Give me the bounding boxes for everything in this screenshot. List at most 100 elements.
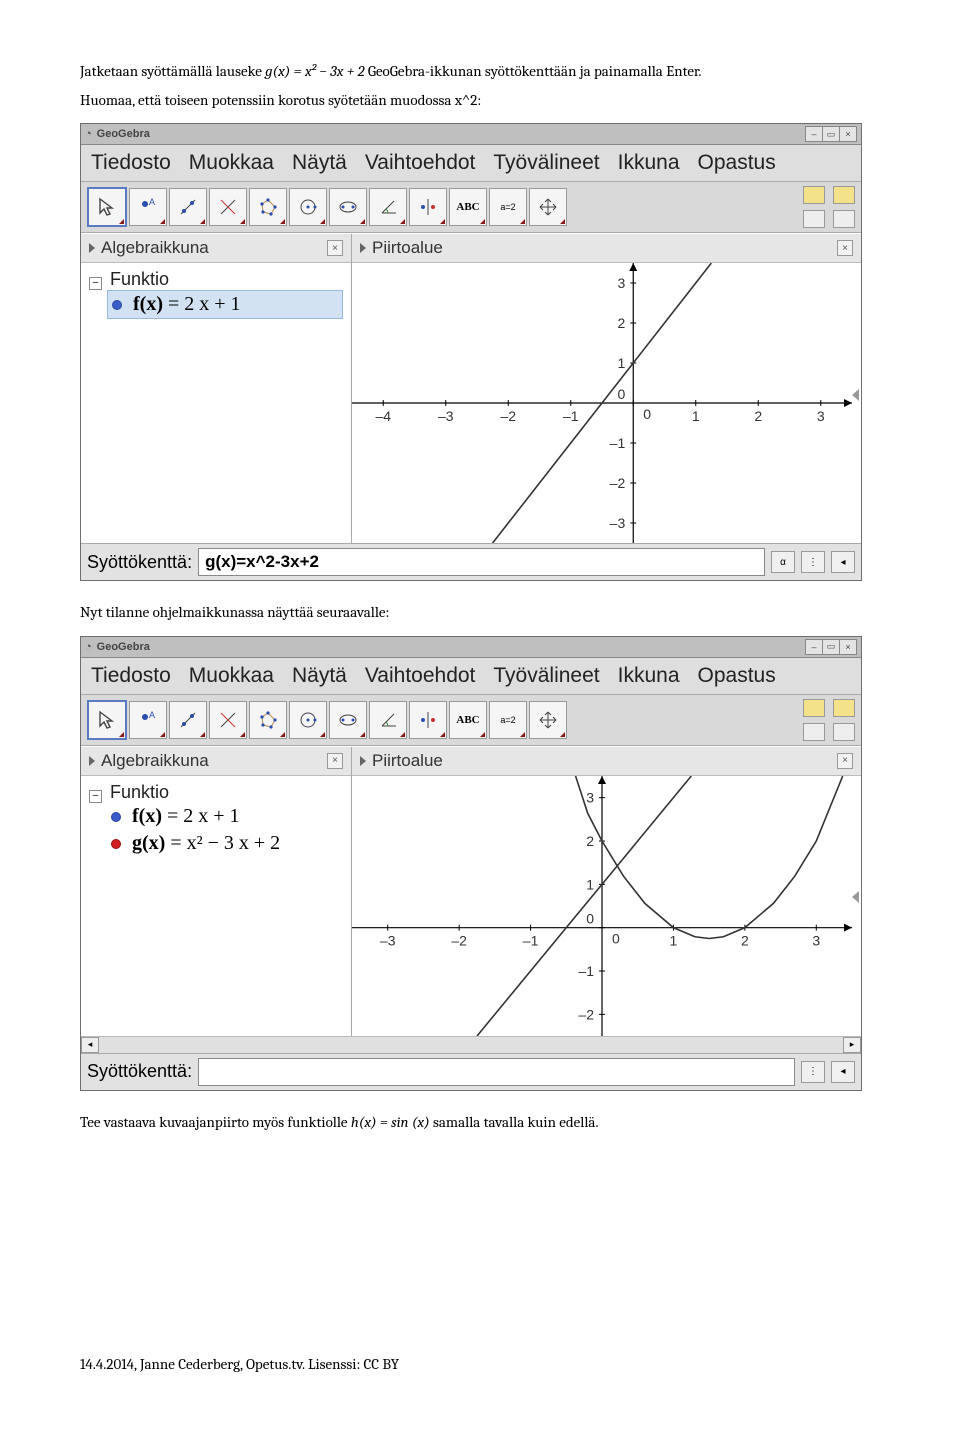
- menu-ikkuna[interactable]: Ikkuna: [618, 151, 680, 175]
- svg-text:–1: –1: [610, 435, 626, 451]
- undo-icon[interactable]: [803, 186, 825, 204]
- svg-text:1: 1: [586, 876, 594, 892]
- toolbar: A ABC a=2: [81, 695, 861, 746]
- close-button[interactable]: ×: [839, 126, 857, 142]
- alpha-button[interactable]: α: [771, 551, 795, 573]
- graphics-panel-title: Piirtoalue: [372, 751, 443, 771]
- intro-line-2: Huomaa, että toiseen potenssiin korotus …: [80, 89, 880, 112]
- tool-text[interactable]: ABC: [449, 188, 487, 226]
- svg-text:3: 3: [817, 408, 825, 424]
- help-icon[interactable]: [803, 210, 825, 228]
- settings-icon[interactable]: [833, 723, 855, 741]
- redo-icon[interactable]: [833, 699, 855, 717]
- funktio-label: Funktio: [110, 269, 169, 289]
- maximize-button[interactable]: ▭: [822, 126, 840, 142]
- scroll-left-icon[interactable]: ◂: [81, 1037, 99, 1053]
- tree-toggle[interactable]: –: [89, 790, 102, 803]
- menu-tiedosto[interactable]: Tiedosto: [91, 664, 171, 688]
- menu-tyovalineet[interactable]: Työvälineet: [493, 664, 599, 688]
- titlebar: ◔ GeoGebra – ▭ ×: [81, 637, 861, 658]
- dropdown-button[interactable]: ⋮: [801, 1061, 825, 1083]
- algebra-item-g[interactable]: g(x) = x² − 3 x + 2: [107, 830, 343, 857]
- tool-reflect[interactable]: [409, 701, 447, 739]
- menu-muokkaa[interactable]: Muokkaa: [189, 664, 274, 688]
- tool-ellipse[interactable]: [329, 701, 367, 739]
- help-icon[interactable]: [803, 723, 825, 741]
- maximize-button[interactable]: ▭: [822, 639, 840, 655]
- close-icon[interactable]: ×: [327, 753, 343, 769]
- tool-move-view[interactable]: [529, 701, 567, 739]
- tool-slider[interactable]: a=2: [489, 701, 527, 739]
- graphics-panel[interactable]: Piirtoalue× –4–3–2–10123–3–2–11230: [352, 234, 861, 543]
- close-button[interactable]: ×: [839, 639, 857, 655]
- svg-text:1: 1: [617, 355, 625, 371]
- menu-opastus[interactable]: Opastus: [698, 151, 776, 175]
- redo-icon[interactable]: [833, 186, 855, 204]
- tool-perpendicular[interactable]: [209, 701, 247, 739]
- tool-circle[interactable]: [289, 701, 327, 739]
- app-title: GeoGebra: [97, 641, 806, 653]
- menu-tiedosto[interactable]: Tiedosto: [91, 151, 171, 175]
- tool-text[interactable]: ABC: [449, 701, 487, 739]
- menu-opastus[interactable]: Opastus: [698, 664, 776, 688]
- tool-ellipse[interactable]: [329, 188, 367, 226]
- tool-move[interactable]: [87, 700, 127, 740]
- tool-polygon[interactable]: [249, 188, 287, 226]
- middle-text: Nyt tilanne ohjelmaikkunassa näyttää seu…: [80, 601, 880, 624]
- tool-point[interactable]: A: [129, 188, 167, 226]
- svg-text:–1: –1: [578, 963, 594, 979]
- svg-text:2: 2: [586, 833, 594, 849]
- tool-reflect[interactable]: [409, 188, 447, 226]
- footer-text: 14.4.2014, Janne Cederberg, Opetus.tv. L…: [80, 1353, 880, 1376]
- tree-toggle[interactable]: –: [89, 277, 102, 290]
- input-label: Syöttökenttä:: [87, 1061, 192, 1082]
- svg-text:–2: –2: [451, 932, 467, 948]
- tool-move-view[interactable]: [529, 188, 567, 226]
- svg-text:–3: –3: [380, 932, 396, 948]
- tool-point[interactable]: A: [129, 701, 167, 739]
- undo-icon[interactable]: [803, 699, 825, 717]
- menu-vaihtoehdot[interactable]: Vaihtoehdot: [365, 664, 476, 688]
- menu-nayta[interactable]: Näytä: [292, 151, 347, 175]
- minimize-button[interactable]: –: [805, 639, 823, 655]
- minimize-button[interactable]: –: [805, 126, 823, 142]
- tool-circle[interactable]: [289, 188, 327, 226]
- menu-muokkaa[interactable]: Muokkaa: [189, 151, 274, 175]
- close-icon[interactable]: ×: [327, 240, 343, 256]
- close-icon[interactable]: ×: [837, 240, 853, 256]
- menu-nayta[interactable]: Näytä: [292, 664, 347, 688]
- funktio-label: Funktio: [110, 782, 169, 802]
- tool-line[interactable]: [169, 188, 207, 226]
- geogebra-window-1: ◔ GeoGebra – ▭ × Tiedosto Muokkaa Näytä …: [80, 123, 862, 581]
- menu-ikkuna[interactable]: Ikkuna: [618, 664, 680, 688]
- dropdown-button[interactable]: ⋮: [801, 551, 825, 573]
- svg-text:3: 3: [812, 932, 820, 948]
- menu-tyovalineet[interactable]: Työvälineet: [493, 151, 599, 175]
- chart-2: –3–2–10123–2–11230: [352, 776, 852, 1036]
- input-field[interactable]: [198, 1058, 795, 1086]
- graphics-panel[interactable]: Piirtoalue× –3–2–10123–2–11230: [352, 747, 861, 1036]
- tool-polygon[interactable]: [249, 701, 287, 739]
- input-field[interactable]: [198, 548, 765, 576]
- svg-text:1: 1: [670, 932, 678, 948]
- close-icon[interactable]: ×: [837, 753, 853, 769]
- svg-text:–2: –2: [500, 408, 516, 424]
- tool-move[interactable]: [87, 187, 127, 227]
- graphics-panel-title: Piirtoalue: [372, 238, 443, 258]
- settings-icon[interactable]: [833, 210, 855, 228]
- menu-vaihtoehdot[interactable]: Vaihtoehdot: [365, 151, 476, 175]
- horizontal-scrollbar[interactable]: ◂ ▸: [81, 1036, 861, 1053]
- algebra-panel-title: Algebraikkuna: [101, 751, 209, 771]
- svg-text:1: 1: [692, 408, 700, 424]
- enter-button[interactable]: ◂: [831, 1061, 855, 1083]
- tool-angle[interactable]: [369, 701, 407, 739]
- tool-angle[interactable]: [369, 188, 407, 226]
- tool-slider[interactable]: a=2: [489, 188, 527, 226]
- scroll-right-icon[interactable]: ▸: [843, 1037, 861, 1053]
- tool-perpendicular[interactable]: [209, 188, 247, 226]
- algebra-item-f[interactable]: f(x) = 2 x + 1: [107, 803, 343, 830]
- algebra-item-f[interactable]: f(x) = 2 x + 1: [107, 290, 343, 319]
- tool-line[interactable]: [169, 701, 207, 739]
- algebra-panel: Algebraikkuna× –Funktio f(x) = 2 x + 1: [81, 234, 352, 543]
- enter-button[interactable]: ◂: [831, 551, 855, 573]
